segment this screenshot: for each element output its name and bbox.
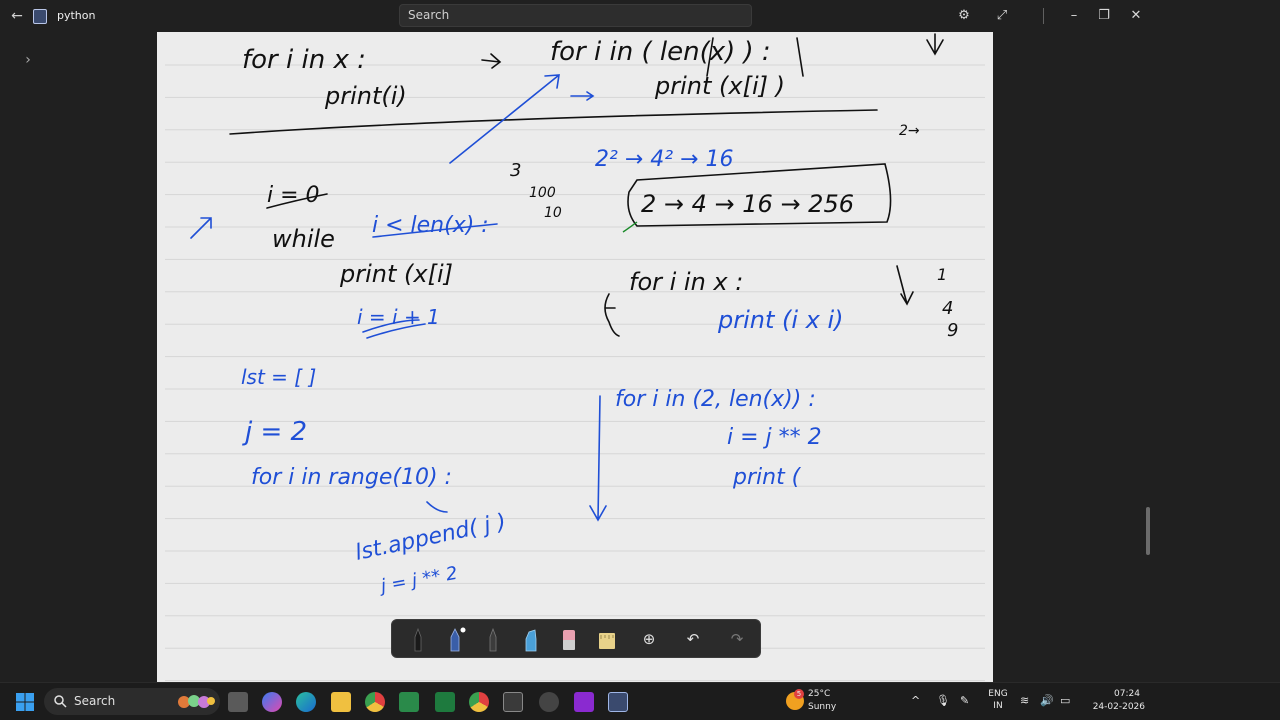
note-line: i = i + 1 bbox=[357, 305, 440, 329]
arrow-stroke bbox=[481, 53, 502, 69]
note-line: i < len(x) : bbox=[372, 213, 489, 238]
note-line: for i in x : bbox=[629, 268, 743, 296]
weather-badge: 5 bbox=[794, 689, 804, 699]
chrome-profile-icon[interactable] bbox=[469, 692, 489, 712]
volume-icon[interactable]: 🔊 bbox=[1040, 695, 1054, 706]
taskbar-search-box[interactable]: Search bbox=[44, 688, 220, 715]
note-line: i = j ** 2 bbox=[727, 425, 822, 450]
margin-arrow-stroke bbox=[190, 217, 212, 239]
windows-start-icon[interactable] bbox=[15, 692, 35, 712]
search-icon bbox=[54, 695, 67, 708]
note-line: j = 2 bbox=[242, 417, 307, 447]
settings-app-icon[interactable] bbox=[539, 692, 559, 712]
edge-icon[interactable] bbox=[296, 692, 316, 712]
note-line: for i in range(10) : bbox=[251, 465, 452, 490]
note-line: for i in (2, len(x)) : bbox=[615, 387, 816, 412]
battery-icon[interactable]: ▭ bbox=[1060, 695, 1070, 706]
taskbar: Search 5 25°C Sunny ^ 🎙 ✎ ENG IN ≋ 🔊 ▭ 0… bbox=[0, 682, 1280, 720]
note-line: lst.append( j ) bbox=[353, 510, 508, 566]
note-line: 2→ bbox=[899, 123, 920, 139]
small-arrow-stroke bbox=[570, 91, 595, 101]
excel-green-icon[interactable] bbox=[399, 692, 419, 712]
weather-temp[interactable]: 25°C bbox=[808, 689, 830, 700]
ruler-icon[interactable] bbox=[596, 627, 618, 652]
blue-pen-icon[interactable] bbox=[444, 627, 466, 652]
note-line: for i in ( len(x) ) : bbox=[550, 37, 771, 67]
chevron-up-icon[interactable]: ^ bbox=[911, 695, 920, 706]
add-tool-icon[interactable]: ⊕ bbox=[638, 628, 660, 650]
taskbar-search-label: Search bbox=[74, 694, 116, 708]
microphone-icon[interactable]: 🎙 bbox=[936, 695, 950, 706]
redo-icon[interactable]: ↷ bbox=[726, 628, 748, 650]
note-canvas[interactable]: for i in x : print(i) for i in ( len(x) … bbox=[157, 32, 993, 682]
side-arrow-stroke bbox=[896, 265, 914, 306]
black-pen-icon[interactable] bbox=[407, 627, 429, 652]
title-search-box[interactable]: Search bbox=[399, 4, 752, 27]
note-line: print (i x i) bbox=[717, 306, 844, 334]
language-line1[interactable]: ENG bbox=[986, 689, 1010, 700]
close-icon[interactable]: ✕ bbox=[1126, 6, 1146, 26]
note-line: 9 bbox=[947, 320, 958, 341]
clock-date: 24-02-2026 bbox=[1092, 702, 1145, 712]
terminal-icon[interactable] bbox=[503, 692, 523, 712]
task-view-icon[interactable] bbox=[228, 692, 248, 712]
blue-ink-strokes bbox=[190, 74, 607, 522]
note-line: print(i) bbox=[324, 82, 407, 110]
black-ink-strokes bbox=[229, 33, 944, 337]
eraser-icon[interactable] bbox=[558, 627, 580, 652]
notebook-app-icon bbox=[33, 9, 47, 24]
note-line: while bbox=[272, 225, 335, 253]
back-arrow-icon[interactable]: ← bbox=[8, 6, 26, 26]
note-line: print (x[i] bbox=[339, 260, 453, 288]
title-separator bbox=[1043, 8, 1044, 24]
copilot-icon[interactable] bbox=[262, 692, 282, 712]
language-line2: IN bbox=[993, 701, 1003, 711]
chrome-icon[interactable] bbox=[365, 692, 385, 712]
search-highlight-icon bbox=[178, 695, 215, 708]
divider-stroke bbox=[229, 109, 878, 135]
note-line: 2 → 4 → 16 → 256 bbox=[641, 190, 854, 218]
note-line: print ( bbox=[732, 465, 802, 490]
vertical-scrollbar[interactable] bbox=[1146, 507, 1150, 555]
note-line: 3 bbox=[510, 160, 521, 181]
note-line: lst = [ ] bbox=[241, 365, 316, 389]
title-bar: ← python Search ⚙ ⤢ – ❐ ✕ bbox=[0, 0, 1280, 32]
note-line: for i in x : bbox=[242, 45, 366, 75]
note-line: 10 bbox=[544, 205, 562, 221]
excel-icon[interactable] bbox=[435, 692, 455, 712]
note-line: print (x[i] ) bbox=[654, 72, 785, 100]
window-title: python bbox=[57, 9, 96, 22]
expand-icon[interactable]: ⤢ bbox=[992, 6, 1012, 26]
scribble-blue-stroke bbox=[426, 501, 448, 513]
note-page[interactable]: for i in x : print(i) for i in ( len(x) … bbox=[157, 32, 993, 682]
gear-icon[interactable]: ⚙ bbox=[954, 6, 974, 26]
brace-stroke bbox=[604, 293, 620, 337]
app-purple-icon[interactable] bbox=[574, 692, 594, 712]
wifi-icon[interactable]: ≋ bbox=[1020, 695, 1029, 706]
undo-icon[interactable]: ↶ bbox=[682, 628, 704, 650]
down-arrow-blue-stroke bbox=[589, 395, 607, 522]
file-explorer-icon[interactable] bbox=[331, 692, 351, 712]
pencil-icon[interactable] bbox=[482, 627, 504, 652]
handwriting-text: for i in x : print(i) for i in ( len(x) … bbox=[241, 37, 958, 597]
note-line: i = 0 bbox=[267, 183, 320, 208]
journal-app-icon[interactable] bbox=[608, 692, 628, 712]
maximize-icon[interactable]: ❐ bbox=[1094, 6, 1114, 26]
note-line: 2² → 4² → 16 bbox=[595, 147, 733, 172]
pen-toolbar: ⊕ ↶ ↷ bbox=[391, 619, 761, 658]
chevron-right-icon[interactable]: › bbox=[20, 50, 36, 70]
note-line: j = j ** 2 bbox=[376, 563, 459, 598]
note-line: 100 bbox=[529, 185, 556, 201]
note-line: 1 bbox=[937, 265, 947, 284]
minimize-icon[interactable]: – bbox=[1064, 6, 1084, 26]
note-line: 4 bbox=[942, 298, 953, 319]
down-arrow-stroke bbox=[926, 33, 944, 56]
pen-menu-icon[interactable]: ✎ bbox=[960, 695, 969, 706]
highlighter-icon[interactable] bbox=[520, 627, 542, 652]
clock-time[interactable]: 07:24 bbox=[1110, 689, 1144, 700]
weather-desc: Sunny bbox=[808, 702, 837, 712]
